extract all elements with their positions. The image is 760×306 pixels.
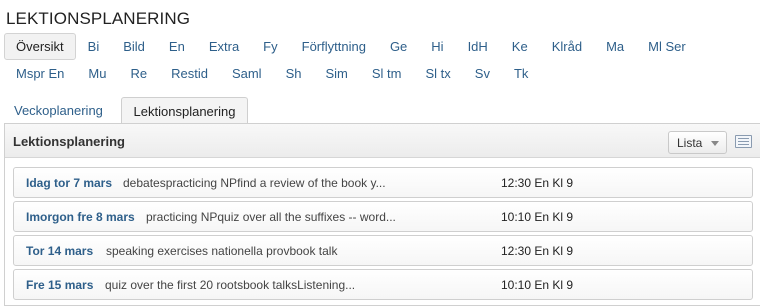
subject-idh[interactable]: IdH <box>456 33 500 60</box>
subject-ml-ser[interactable]: Ml Ser <box>636 33 698 60</box>
lesson-date[interactable]: Imorgon fre 8 mars <box>26 210 135 224</box>
subject-sv[interactable]: Sv <box>463 60 502 87</box>
subject-ke[interactable]: Ke <box>500 33 540 60</box>
subject-en[interactable]: En <box>157 33 197 60</box>
lesson-list: Idag tor 7 mars debatespracticing NPfind… <box>13 167 753 303</box>
lesson-description: quiz over the first 20 rootsbook talksLi… <box>105 278 356 292</box>
subject-oversikt[interactable]: Översikt <box>4 33 76 60</box>
subject-klrad[interactable]: Klråd <box>540 33 594 60</box>
lesson-time-class: 12:30 En Kl 9 <box>501 176 574 190</box>
panel-header: Lektionsplanering Lista <box>5 124 760 158</box>
subject-sl-tm[interactable]: Sl tm <box>360 60 414 87</box>
lesson-date[interactable]: Fre 15 mars <box>26 278 93 292</box>
view-select[interactable]: Lista <box>668 131 727 154</box>
subject-forflyttning[interactable]: Förflyttning <box>290 33 378 60</box>
tab-lektionsplanering[interactable]: Lektionsplanering <box>121 97 248 124</box>
subject-bild[interactable]: Bild <box>111 33 157 60</box>
subject-sl-tx[interactable]: Sl tx <box>414 60 463 87</box>
lesson-panel: Lektionsplanering Lista Idag tor 7 mars … <box>4 123 760 306</box>
view-tabs: Veckoplanering Lektionsplanering <box>4 97 760 124</box>
lesson-date[interactable]: Tor 14 mars <box>26 244 93 258</box>
tab-veckoplanering[interactable]: Veckoplanering <box>4 97 113 124</box>
subject-nav: Översikt Bi Bild En Extra Fy Förflyttnin… <box>4 33 760 87</box>
subject-tk[interactable]: Tk <box>502 60 540 87</box>
subject-hi[interactable]: Hi <box>419 33 455 60</box>
lesson-description: debatespracticing NPfind a review of the… <box>123 176 386 190</box>
lesson-description: speaking exercises nationella provbook t… <box>106 244 338 258</box>
lesson-item[interactable]: Imorgon fre 8 mars practicing NPquiz ove… <box>13 201 753 232</box>
subject-restid[interactable]: Restid <box>159 60 220 87</box>
chevron-down-icon <box>711 141 719 146</box>
subject-mu[interactable]: Mu <box>76 60 118 87</box>
subject-re[interactable]: Re <box>118 60 159 87</box>
subject-extra[interactable]: Extra <box>197 33 251 60</box>
lesson-time-class: 12:30 En Kl 9 <box>501 244 574 258</box>
subject-row-2: Mspr En Mu Re Restid Saml Sh Sim Sl tm S… <box>4 60 760 87</box>
lesson-time-class: 10:10 En Kl 9 <box>501 278 574 292</box>
subject-sim[interactable]: Sim <box>313 60 359 87</box>
subject-saml[interactable]: Saml <box>220 60 274 87</box>
subject-ma[interactable]: Ma <box>594 33 636 60</box>
lesson-date[interactable]: Idag tor 7 mars <box>26 176 112 190</box>
subject-bi[interactable]: Bi <box>76 33 112 60</box>
subject-ge[interactable]: Ge <box>378 33 419 60</box>
subject-row-1: Översikt Bi Bild En Extra Fy Förflyttnin… <box>4 33 760 60</box>
subject-fy[interactable]: Fy <box>251 33 289 60</box>
page-title: LEKTIONSPLANERING <box>6 9 191 28</box>
lesson-item[interactable]: Idag tor 7 mars debatespracticing NPfind… <box>13 167 753 198</box>
panel-title: Lektionsplanering <box>13 134 125 149</box>
lesson-description: practicing NPquiz over all the suffixes … <box>146 210 396 224</box>
subject-sh[interactable]: Sh <box>274 60 314 87</box>
document-list-icon[interactable] <box>735 135 752 148</box>
lesson-time-class: 10:10 En Kl 9 <box>501 210 574 224</box>
lesson-item[interactable]: Tor 14 mars speaking exercises nationell… <box>13 235 753 266</box>
subject-mspr-en[interactable]: Mspr En <box>4 60 76 87</box>
lesson-item[interactable]: Fre 15 mars quiz over the first 20 roots… <box>13 269 753 300</box>
view-select-value: Lista <box>677 135 703 150</box>
